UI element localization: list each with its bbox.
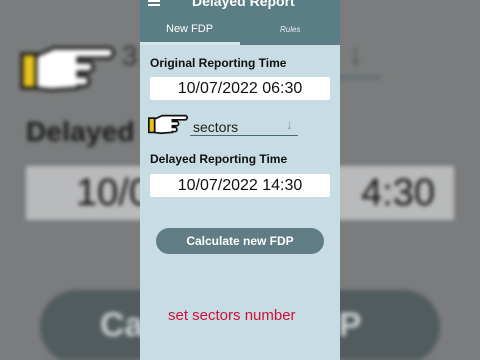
sectors-underline xyxy=(190,135,298,136)
original-reporting-time-label: Original Reporting Time xyxy=(150,56,287,70)
tab-rules[interactable]: Rules xyxy=(280,25,300,34)
tab-indicator xyxy=(140,42,240,45)
dropdown-arrow-icon[interactable]: ↓ xyxy=(286,117,293,132)
sectors-select[interactable]: sectors xyxy=(193,119,238,135)
pointing-hand-icon xyxy=(20,38,120,103)
bg-dropdown-arrow-icon: ↓ xyxy=(348,38,363,71)
app-title: Delayed Report xyxy=(192,0,295,9)
pointing-hand-icon xyxy=(148,110,190,143)
tab-new-fdp[interactable]: New FDP xyxy=(166,23,213,35)
app-bar: Delayed Report New FDP Rules xyxy=(140,0,340,45)
annotation-caption: set sectors number xyxy=(168,307,296,324)
original-reporting-time-field[interactable]: 10/07/2022 06:30 xyxy=(150,77,330,100)
hamburger-icon[interactable] xyxy=(148,0,160,6)
original-reporting-time-value: 10/07/2022 06:30 xyxy=(177,80,303,97)
calculate-button-label: Calculate new FDP xyxy=(186,234,294,248)
phone-screen: Delayed Report New FDP Rules Original Re… xyxy=(140,0,340,360)
bg-delayed-label: Delayed xyxy=(26,116,135,147)
calculate-fdp-button[interactable]: Calculate new FDP xyxy=(156,228,324,254)
delayed-reporting-time-value: 10/07/2022 14:30 xyxy=(177,177,303,194)
delayed-reporting-time-field[interactable]: 10/07/2022 14:30 xyxy=(150,174,330,197)
delayed-reporting-time-label: Delayed Reporting Time xyxy=(150,152,288,166)
